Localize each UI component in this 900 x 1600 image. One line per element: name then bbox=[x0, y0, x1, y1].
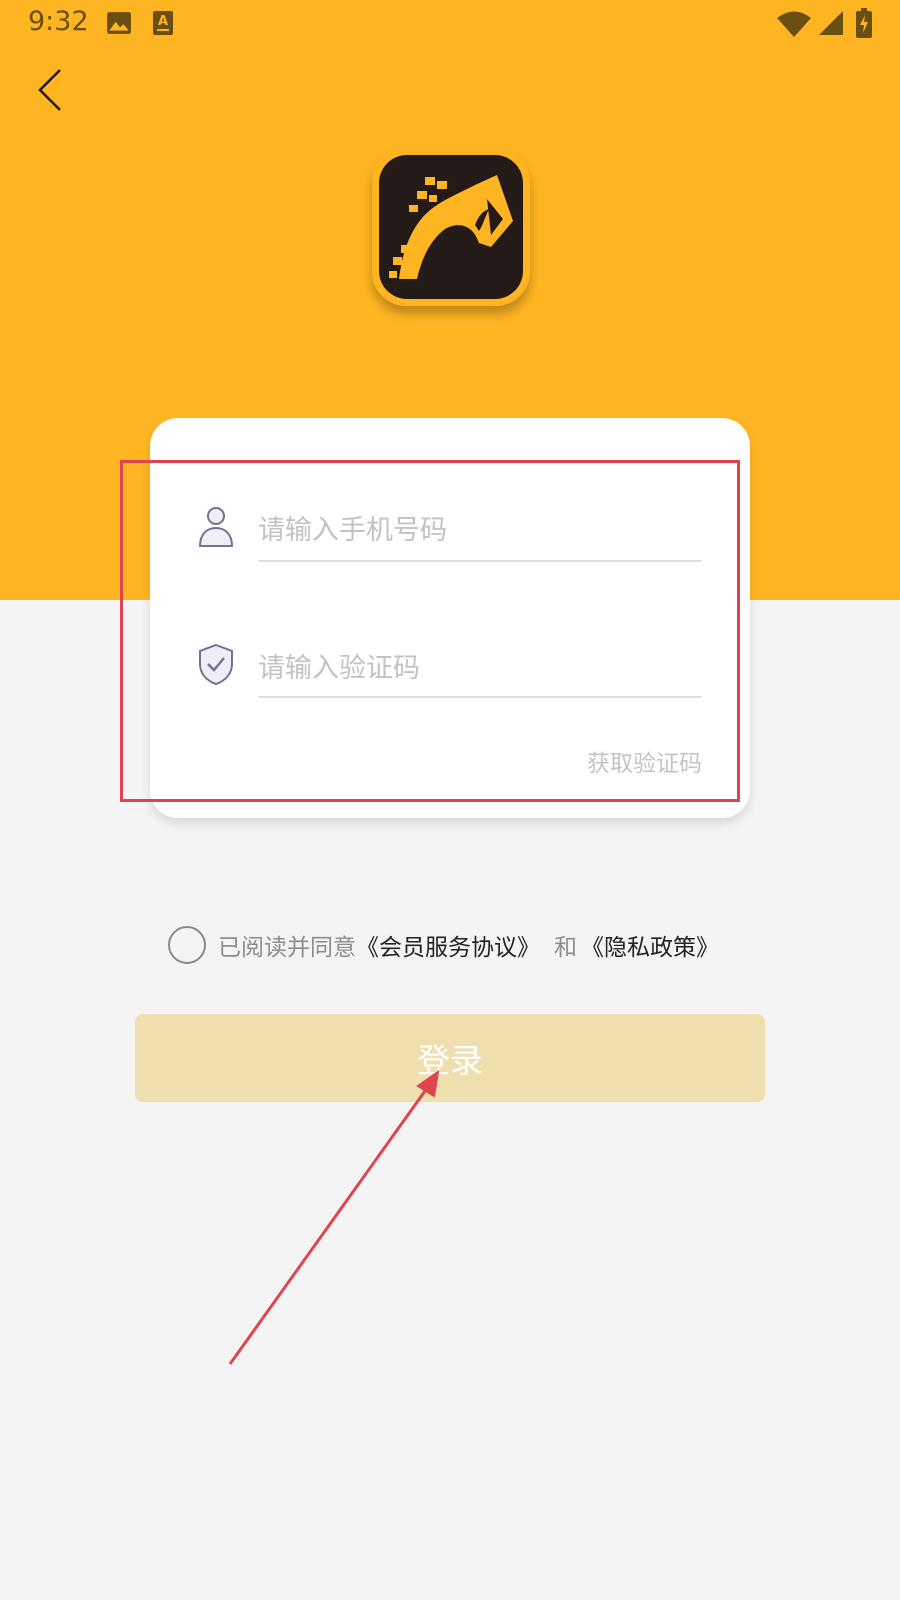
get-code-button[interactable]: 获取验证码 bbox=[587, 744, 702, 778]
chevron-left-icon bbox=[38, 69, 61, 111]
agreement-radio[interactable] bbox=[168, 926, 206, 964]
member-agreement-link[interactable]: 《会员服务协议》 bbox=[356, 928, 540, 962]
battery-charging-icon bbox=[856, 8, 872, 38]
logo-tile bbox=[379, 155, 523, 299]
horse-head-icon bbox=[389, 175, 513, 279]
keyboard-a-icon: A bbox=[153, 11, 173, 35]
back-button[interactable] bbox=[30, 62, 74, 116]
phone-underline bbox=[258, 560, 702, 562]
status-time: 9:32 bbox=[28, 6, 89, 37]
shield-check-icon bbox=[199, 643, 233, 686]
login-button[interactable]: 登录 bbox=[135, 1014, 765, 1102]
agreement-row: 已阅读并同意 《会员服务协议》 和 《隐私政策》 bbox=[168, 924, 719, 966]
image-icon bbox=[107, 12, 131, 34]
phone-input[interactable] bbox=[258, 508, 698, 552]
agreement-prefix: 已阅读并同意 bbox=[218, 935, 356, 961]
app-logo bbox=[372, 148, 530, 306]
agreement-and: 和 bbox=[554, 935, 577, 961]
svg-text:A: A bbox=[158, 14, 168, 29]
status-bar: 9:32 A bbox=[0, 0, 900, 48]
wifi-icon bbox=[777, 11, 811, 37]
login-card: 获取验证码 bbox=[150, 418, 750, 818]
code-underline bbox=[258, 696, 702, 698]
user-icon bbox=[198, 507, 234, 547]
signal-icon bbox=[819, 11, 843, 35]
privacy-policy-link[interactable]: 《隐私政策》 bbox=[581, 928, 719, 962]
verification-code-input[interactable] bbox=[258, 646, 698, 690]
